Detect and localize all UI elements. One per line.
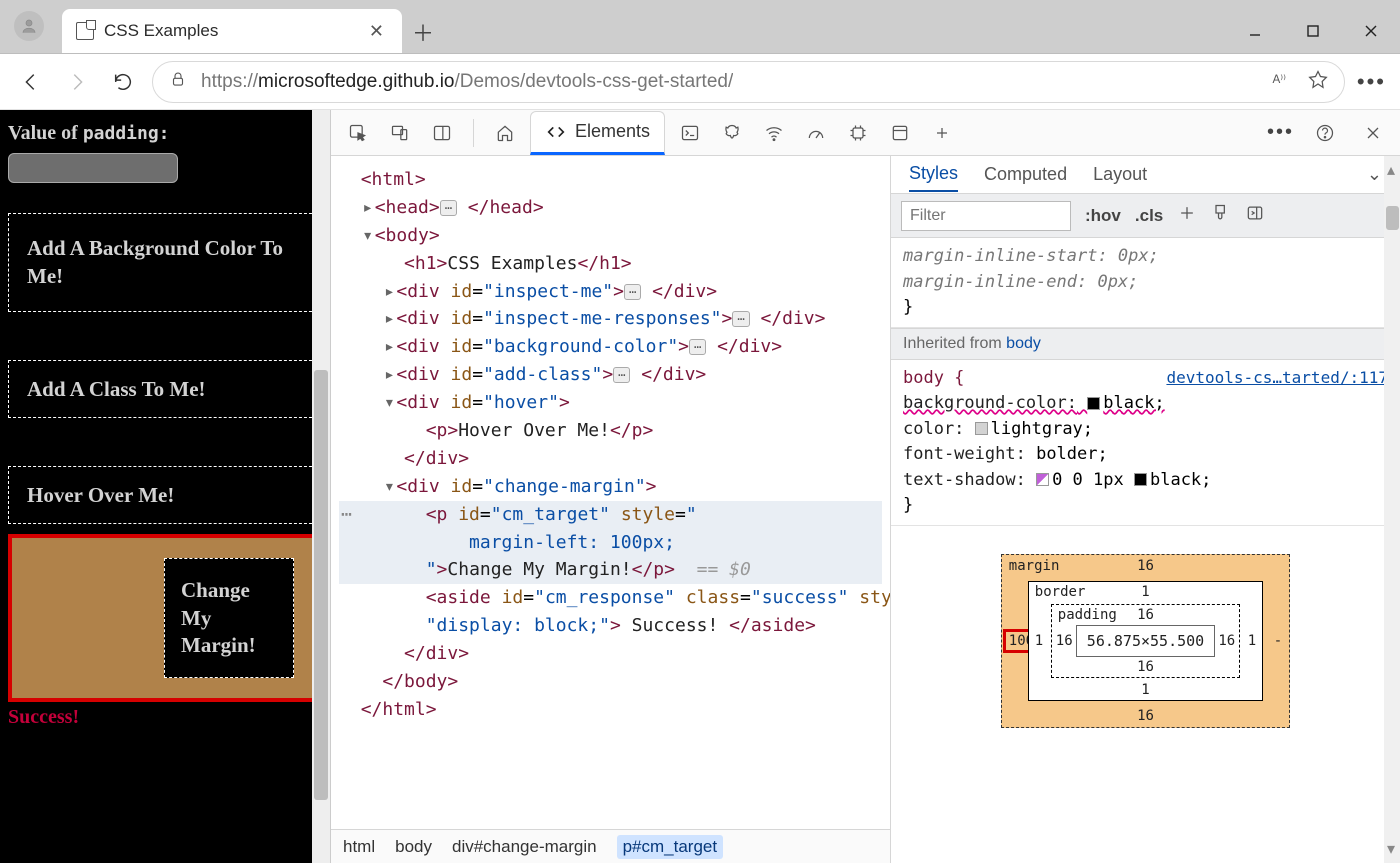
back-button[interactable] [14, 65, 48, 99]
chevron-down-icon[interactable]: ⌄ [1367, 164, 1382, 185]
page-favicon-icon [76, 22, 94, 40]
paint-brush-icon[interactable] [1211, 203, 1231, 228]
styles-tabs: Styles Computed Layout ⌄ [891, 156, 1400, 194]
svg-text:A⁾⁾: A⁾⁾ [1272, 73, 1286, 86]
devtools-tabstrip: Elements ••• [331, 110, 1400, 156]
tab-computed[interactable]: Computed [984, 158, 1067, 191]
inherited-from-bar: Inherited from body [891, 328, 1400, 360]
dom-tree[interactable]: <html> ▸<head>⋯ </head> ▾<body> <h1>CSS … [331, 156, 890, 829]
new-style-rule-icon[interactable] [1177, 203, 1197, 228]
styles-pane: Styles Computed Layout ⌄ :hov .cls margi… [891, 156, 1400, 863]
tab-styles[interactable]: Styles [909, 157, 958, 192]
workspace: Value of padding: Add A Background Color… [0, 110, 1400, 863]
tab-title: CSS Examples [104, 21, 355, 41]
device-emulation-icon[interactable] [383, 116, 417, 150]
tab-close-button[interactable]: ✕ [365, 17, 388, 46]
lock-icon [169, 70, 187, 93]
change-margin-container: Change My Margin! [8, 534, 322, 702]
application-tab-icon[interactable] [883, 116, 917, 150]
close-devtools-button[interactable] [1356, 116, 1390, 150]
refresh-button[interactable] [106, 65, 140, 99]
change-margin-box[interactable]: Change My Margin! [164, 558, 294, 678]
breadcrumb: html body div#change-margin p#cm_target [331, 829, 890, 863]
crumb-body[interactable]: body [395, 837, 432, 857]
url-text: https://microsoftedge.github.io/Demos/de… [201, 71, 733, 93]
success-text: Success! [8, 706, 322, 729]
style-rule-block-1[interactable]: margin-inline-start: 0px; margin-inline-… [891, 238, 1400, 328]
box-model-content: 56.875×55.500 [1076, 625, 1215, 657]
new-tab-button[interactable]: ＋ [402, 11, 444, 53]
padding-label: Value of padding: [8, 122, 322, 145]
crumb-html[interactable]: html [343, 837, 375, 857]
crumb-p[interactable]: p#cm_target [617, 835, 724, 859]
performance-tab-icon[interactable] [799, 116, 833, 150]
box-model-diagram[interactable]: margin 16 100 - 16 border 1 1 1 1 [891, 526, 1400, 863]
dock-side-icon[interactable] [425, 116, 459, 150]
browser-tab[interactable]: CSS Examples ✕ [62, 9, 402, 53]
profile-avatar[interactable] [14, 11, 44, 41]
maximize-button[interactable] [1284, 9, 1342, 53]
forward-button[interactable] [60, 65, 94, 99]
devtools-more-button[interactable]: ••• [1267, 121, 1294, 144]
address-bar[interactable]: https://microsoftedge.github.io/Demos/de… [152, 61, 1345, 103]
hov-toggle[interactable]: :hov [1085, 206, 1121, 226]
style-rule-block-body[interactable]: devtools-cs…tarted/:117 body { backgroun… [891, 360, 1400, 526]
network-tab-icon[interactable] [757, 116, 791, 150]
rendered-page-pane: Value of padding: Add A Background Color… [0, 110, 330, 863]
more-tabs-button[interactable] [925, 116, 959, 150]
sources-tab-icon[interactable] [715, 116, 749, 150]
help-icon[interactable] [1308, 116, 1342, 150]
dock-right-icon[interactable] [1245, 203, 1265, 228]
profile-avatar-slot [0, 0, 58, 53]
tab-layout[interactable]: Layout [1093, 158, 1147, 191]
window-controls [1226, 9, 1400, 53]
memory-tab-icon[interactable] [841, 116, 875, 150]
favorite-icon[interactable] [1308, 69, 1328, 94]
padding-input[interactable] [8, 153, 178, 183]
crumb-div[interactable]: div#change-margin [452, 837, 597, 857]
minimize-button[interactable] [1226, 9, 1284, 53]
styles-toolbar: :hov .cls [891, 194, 1400, 238]
hover-box[interactable]: Hover Over Me! [8, 466, 322, 524]
elements-tab[interactable]: Elements [530, 111, 665, 155]
browser-titlebar: CSS Examples ✕ ＋ [0, 0, 1400, 54]
close-window-button[interactable] [1342, 9, 1400, 53]
cls-toggle[interactable]: .cls [1135, 206, 1163, 226]
browser-toolbar: https://microsoftedge.github.io/Demos/de… [0, 54, 1400, 110]
styles-filter-input[interactable] [901, 201, 1071, 231]
source-link[interactable]: devtools-cs…tarted/:117 [1166, 366, 1388, 390]
inspect-element-icon[interactable] [341, 116, 375, 150]
console-tab-icon[interactable] [673, 116, 707, 150]
welcome-tab-icon[interactable] [488, 116, 522, 150]
addclass-box[interactable]: Add A Class To Me! [8, 360, 322, 418]
elements-pane: <html> ▸<head>⋯ </head> ▾<body> <h1>CSS … [331, 156, 891, 863]
styles-scrollbar[interactable]: ▴ ▾ [1384, 156, 1400, 863]
bgcolor-box[interactable]: Add A Background Color To Me! [8, 213, 322, 312]
page-scrollbar[interactable] [312, 110, 330, 863]
read-aloud-icon[interactable]: A⁾⁾ [1270, 69, 1290, 94]
devtools: Elements ••• <html> ▸<head>⋯ </head> ▾<b… [330, 110, 1400, 863]
settings-menu-button[interactable]: ••• [1357, 69, 1386, 95]
